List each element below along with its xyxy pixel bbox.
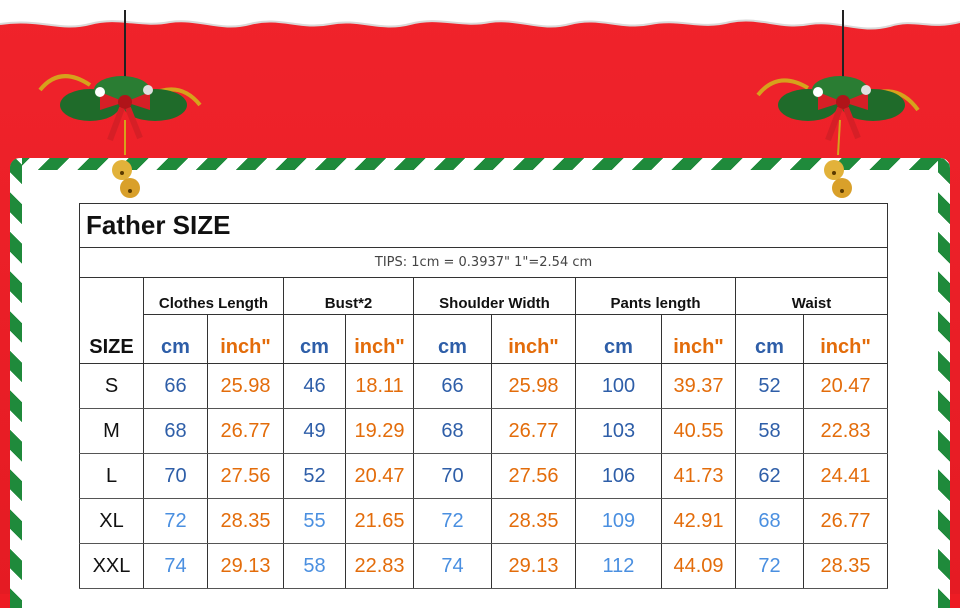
- christmas-bells-decoration-right-icon: [756, 10, 920, 198]
- cell-inch: 40.55: [661, 408, 736, 454]
- cell-cm: 72: [413, 498, 492, 544]
- group-header-pants-length: Pants length: [575, 277, 736, 315]
- cell-inch: 25.98: [207, 363, 284, 409]
- table-row: XXL 74 29.13 58 22.83 74 29.13 112 44.09…: [79, 543, 889, 589]
- cell-inch: 42.91: [661, 498, 736, 544]
- cell-cm: 58: [283, 543, 346, 589]
- cell-inch: 25.98: [491, 363, 576, 409]
- unit-cm: cm: [143, 314, 208, 364]
- cell-inch: 22.83: [802, 408, 889, 454]
- unit-inch: inch": [802, 314, 889, 364]
- cell-inch: 19.29: [345, 408, 414, 454]
- size-label: XXL: [79, 543, 144, 589]
- unit-inch: inch": [661, 314, 736, 364]
- cell-inch: 20.47: [345, 453, 414, 499]
- table-row: S 66 25.98 46 18.11 66 25.98 100 39.37 5…: [79, 363, 889, 409]
- cell-cm: 55: [283, 498, 346, 544]
- cell-cm: 68: [143, 408, 208, 454]
- unit-inch: inch": [345, 314, 414, 364]
- unit-cm: cm: [413, 314, 492, 364]
- unit-inch: inch": [491, 314, 576, 364]
- cell-cm: 52: [735, 363, 804, 409]
- table-row: M 68 26.77 49 19.29 68 26.77 103 40.55 5…: [79, 408, 889, 454]
- cell-cm: 46: [283, 363, 346, 409]
- cell-inch: 24.41: [802, 453, 889, 499]
- table-row: L 70 27.56 52 20.47 70 27.56 106 41.73 6…: [79, 453, 889, 499]
- cell-cm: 103: [575, 408, 662, 454]
- size-label: L: [79, 453, 144, 499]
- cell-inch: 41.73: [661, 453, 736, 499]
- cell-inch: 28.35: [207, 498, 284, 544]
- size-column-header: SIZE: [79, 277, 144, 364]
- cell-inch: 28.35: [802, 543, 889, 589]
- cell-cm: 72: [143, 498, 208, 544]
- christmas-bells-decoration-left-icon: [38, 10, 202, 198]
- cell-inch: 29.13: [491, 543, 576, 589]
- cell-inch: 26.77: [802, 498, 889, 544]
- cell-cm: 112: [575, 543, 662, 589]
- chart-title: Father SIZE: [78, 203, 889, 248]
- cell-cm: 68: [413, 408, 492, 454]
- cell-cm: 66: [143, 363, 208, 409]
- size-label: S: [79, 363, 144, 409]
- cell-cm: 100: [575, 363, 662, 409]
- cell-cm: 72: [735, 543, 804, 589]
- cell-inch: 21.65: [345, 498, 414, 544]
- cell-cm: 68: [735, 498, 804, 544]
- candy-stripe-left: [10, 158, 22, 608]
- group-header-waist: Waist: [734, 277, 889, 315]
- group-header-clothes-length: Clothes Length: [143, 277, 284, 315]
- cell-inch: 29.13: [207, 543, 284, 589]
- cell-inch: 20.47: [802, 363, 889, 409]
- cell-cm: 52: [283, 453, 346, 499]
- cell-inch: 26.77: [491, 408, 576, 454]
- cell-inch: 27.56: [207, 453, 284, 499]
- unit-cm: cm: [735, 314, 804, 364]
- cell-inch: 39.37: [661, 363, 736, 409]
- cell-cm: 70: [143, 453, 208, 499]
- unit-cm: cm: [575, 314, 662, 364]
- cell-cm: 74: [413, 543, 492, 589]
- cell-cm: 70: [413, 453, 492, 499]
- candy-stripe-right: [938, 158, 950, 608]
- size-label: M: [79, 408, 144, 454]
- cell-cm: 106: [575, 453, 662, 499]
- cell-cm: 49: [283, 408, 346, 454]
- conversion-tips: TIPS: 1cm = 0.3937" 1"=2.54 cm: [78, 247, 889, 278]
- cell-cm: 74: [143, 543, 208, 589]
- cell-inch: 26.77: [207, 408, 284, 454]
- group-header-shoulder-width: Shoulder Width: [413, 277, 576, 315]
- father-size-chart: Father SIZE TIPS: 1cm = 0.3937" 1"=2.54 …: [78, 203, 889, 589]
- cell-cm: 58: [735, 408, 804, 454]
- cell-cm: 109: [575, 498, 662, 544]
- cell-inch: 18.11: [345, 363, 414, 409]
- cell-inch: 22.83: [345, 543, 414, 589]
- size-label: XL: [79, 498, 144, 544]
- group-header-bust: Bust*2: [283, 277, 414, 315]
- cell-cm: 62: [735, 453, 804, 499]
- table-row: XL 72 28.35 55 21.65 72 28.35 109 42.91 …: [79, 498, 889, 544]
- cell-inch: 44.09: [661, 543, 736, 589]
- cell-inch: 28.35: [491, 498, 576, 544]
- cell-inch: 27.56: [491, 453, 576, 499]
- cell-cm: 66: [413, 363, 492, 409]
- unit-cm: cm: [283, 314, 346, 364]
- unit-inch: inch": [207, 314, 284, 364]
